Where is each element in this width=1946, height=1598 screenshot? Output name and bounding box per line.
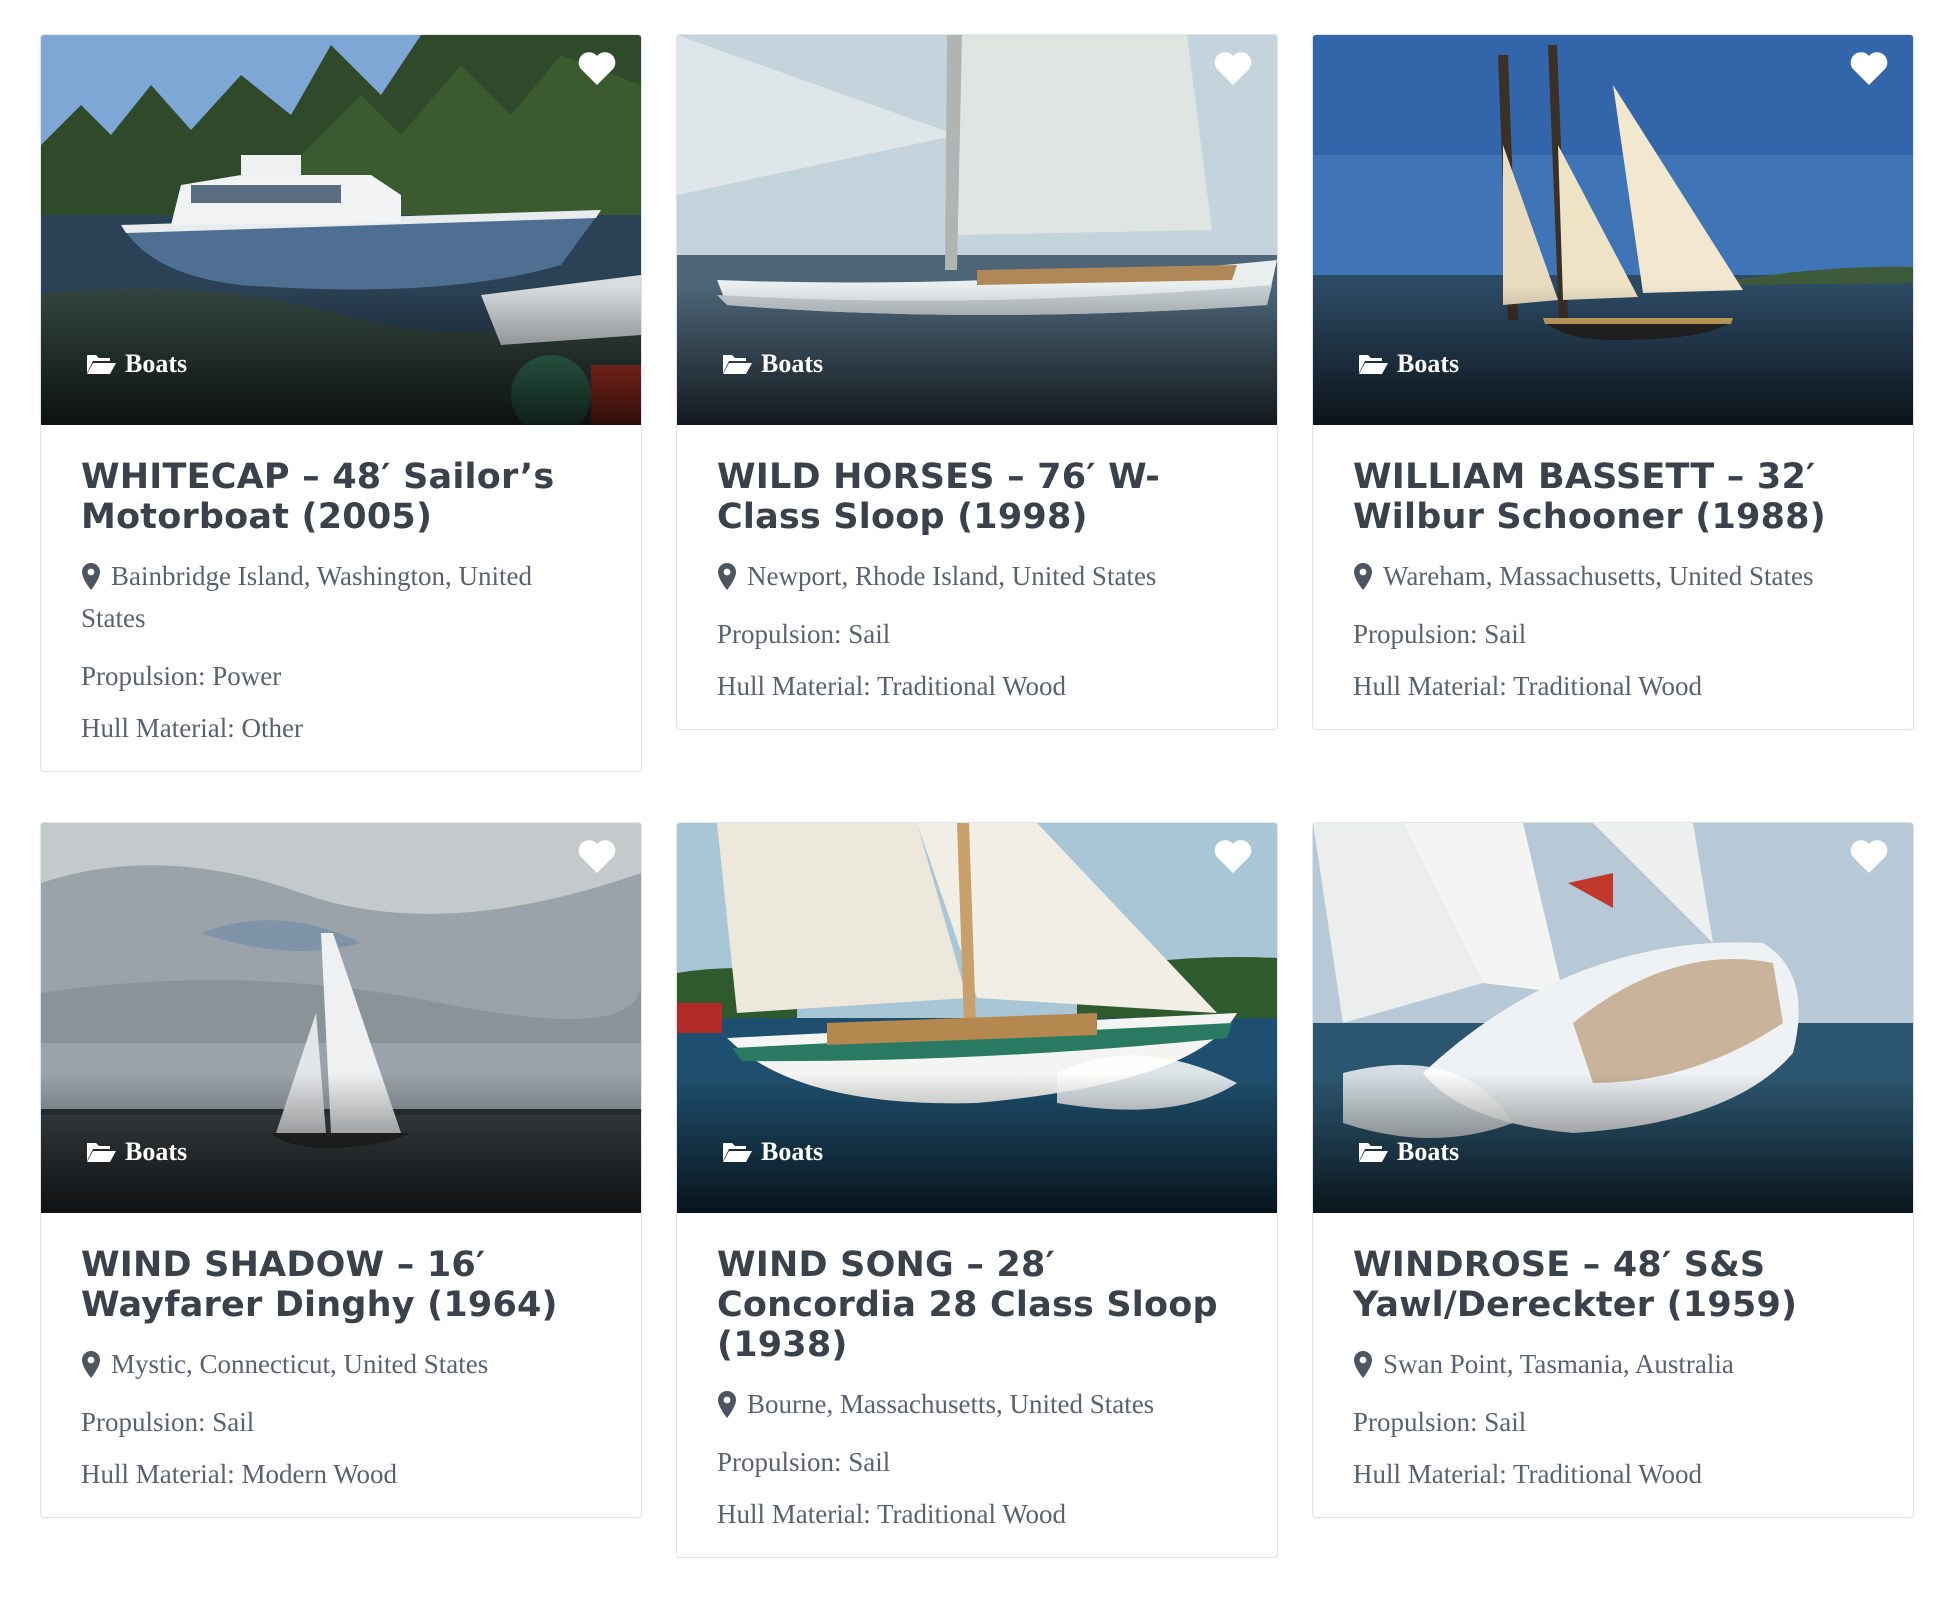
listing-photo[interactable]: Boats (41, 35, 641, 425)
listing-card[interactable]: Boats WIND SHADOW – 16′ Wayfarer Dinghy … (40, 822, 642, 1518)
category-label: Boats (1397, 1137, 1460, 1166)
favorite-heart-icon[interactable] (577, 839, 617, 875)
listing-card[interactable]: Boats WINDROSE – 48′ S&S Yawl/Dereckter … (1312, 822, 1914, 1518)
favorite-heart-icon[interactable] (577, 51, 617, 87)
category-label: Boats (125, 349, 188, 378)
favorite-heart-icon[interactable] (1849, 51, 1889, 87)
folder-open-icon (723, 1143, 752, 1162)
map-marker-icon (718, 1391, 736, 1418)
listing-card[interactable]: Boats WILD HORSES – 76′ W-Class Sloop (1… (676, 34, 1278, 730)
listing-photo[interactable]: Boats (41, 823, 641, 1213)
listing-card[interactable]: Boats WHITECAP – 48′ Sailor’s Motorboat … (40, 34, 642, 772)
listing-title[interactable]: WIND SONG – 28′ Concordia 28 Class Sloop… (717, 1245, 1237, 1365)
category-link[interactable]: Boats (1357, 1137, 1459, 1167)
listing-grid: Boats WHITECAP – 48′ Sailor’s Motorboat … (40, 34, 1914, 1558)
propulsion-text: Propulsion: Power (81, 661, 282, 691)
listing-photo[interactable]: Boats (1313, 823, 1913, 1213)
category-link[interactable]: Boats (85, 1137, 187, 1167)
hull-material-text: Hull Material: Other (81, 713, 303, 743)
propulsion-text: Propulsion: Sail (81, 1407, 255, 1437)
listing-location: Swan Point, Tasmania, Australia (1353, 1343, 1873, 1385)
folder-open-icon (87, 355, 116, 374)
location-text: Swan Point, Tasmania, Australia (1383, 1349, 1734, 1379)
hull-material-text: Hull Material: Modern Wood (81, 1459, 398, 1489)
hull-material-text: Hull Material: Traditional Wood (717, 1499, 1067, 1529)
listing-photo[interactable]: Boats (677, 35, 1277, 425)
folder-open-icon (1359, 1143, 1388, 1162)
hull-material-text: Hull Material: Traditional Wood (1353, 1459, 1703, 1489)
listing-body: WILLIAM BASSETT – 32′ Wilbur Schooner (1… (1313, 425, 1913, 729)
location-text: Mystic, Connecticut, United States (111, 1349, 489, 1379)
location-text: Bourne, Massachusetts, United States (747, 1389, 1155, 1419)
map-marker-icon (1354, 1351, 1372, 1378)
listing-location: Bourne, Massachusetts, United States (717, 1383, 1237, 1425)
category-label: Boats (125, 1137, 188, 1166)
map-marker-icon (1354, 563, 1372, 590)
location-text: Newport, Rhode Island, United States (747, 561, 1157, 591)
listing-location: Newport, Rhode Island, United States (717, 555, 1237, 597)
listing-card[interactable]: Boats WIND SONG – 28′ Concordia 28 Class… (676, 822, 1278, 1558)
listing-body: WIND SONG – 28′ Concordia 28 Class Sloop… (677, 1213, 1277, 1557)
propulsion-text: Propulsion: Sail (717, 1447, 891, 1477)
propulsion-text: Propulsion: Sail (717, 619, 891, 649)
propulsion-text: Propulsion: Sail (1353, 619, 1527, 649)
listing-title[interactable]: WINDROSE – 48′ S&S Yawl/Dereckter (1959) (1353, 1245, 1873, 1325)
listing-photo[interactable]: Boats (677, 823, 1277, 1213)
category-label: Boats (1397, 349, 1460, 378)
category-link[interactable]: Boats (1357, 349, 1459, 379)
listing-title[interactable]: WILLIAM BASSETT – 32′ Wilbur Schooner (1… (1353, 457, 1873, 537)
listing-body: WHITECAP – 48′ Sailor’s Motorboat (2005)… (41, 425, 641, 771)
hull-material-text: Hull Material: Traditional Wood (717, 671, 1067, 701)
map-marker-icon (82, 563, 100, 590)
favorite-heart-icon[interactable] (1849, 839, 1889, 875)
folder-open-icon (1359, 355, 1388, 374)
favorite-heart-icon[interactable] (1213, 51, 1253, 87)
category-link[interactable]: Boats (721, 349, 823, 379)
folder-open-icon (87, 1143, 116, 1162)
listing-title[interactable]: WILD HORSES – 76′ W-Class Sloop (1998) (717, 457, 1237, 537)
listing-body: WILD HORSES – 76′ W-Class Sloop (1998) N… (677, 425, 1277, 729)
category-label: Boats (761, 1137, 824, 1166)
listing-card[interactable]: Boats WILLIAM BASSETT – 32′ Wilbur Schoo… (1312, 34, 1914, 730)
category-label: Boats (761, 349, 824, 378)
listing-location: Bainbridge Island, Washington, United St… (81, 555, 601, 639)
listing-body: WINDROSE – 48′ S&S Yawl/Dereckter (1959)… (1313, 1213, 1913, 1517)
listing-title[interactable]: WHITECAP – 48′ Sailor’s Motorboat (2005) (81, 457, 601, 537)
category-link[interactable]: Boats (721, 1137, 823, 1167)
propulsion-text: Propulsion: Sail (1353, 1407, 1527, 1437)
category-link[interactable]: Boats (85, 349, 187, 379)
listing-body: WIND SHADOW – 16′ Wayfarer Dinghy (1964)… (41, 1213, 641, 1517)
favorite-heart-icon[interactable] (1213, 839, 1253, 875)
folder-open-icon (723, 355, 752, 374)
listing-location: Wareham, Massachusetts, United States (1353, 555, 1873, 597)
hull-material-text: Hull Material: Traditional Wood (1353, 671, 1703, 701)
location-text: Wareham, Massachusetts, United States (1383, 561, 1814, 591)
map-marker-icon (82, 1351, 100, 1378)
listing-location: Mystic, Connecticut, United States (81, 1343, 601, 1385)
map-marker-icon (718, 563, 736, 590)
listing-photo[interactable]: Boats (1313, 35, 1913, 425)
listing-title[interactable]: WIND SHADOW – 16′ Wayfarer Dinghy (1964) (81, 1245, 601, 1325)
location-text: Bainbridge Island, Washington, United St… (81, 561, 533, 633)
